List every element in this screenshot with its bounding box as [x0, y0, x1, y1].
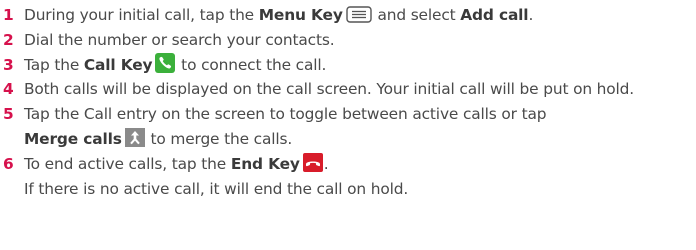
step-4: 4 Both calls will be displayed on the ca… [0, 77, 696, 102]
menu-key-label: Menu Key [258, 6, 343, 24]
step-number: 5 [3, 105, 14, 124]
step-1: 1 During your initial call, tap the Menu… [0, 3, 696, 28]
end-key-label: End Key [230, 154, 300, 173]
step-number: 1 [3, 6, 14, 24]
step-text: Dial the number or search your contacts. [24, 30, 335, 49]
step-number: 2 [3, 30, 14, 49]
step-number: 6 [3, 154, 14, 173]
step-3: 3 Tap the Call Key to connect the call. [0, 52, 696, 78]
instruction-steps: 1 During your initial call, tap the Menu… [0, 0, 696, 201]
call-key-label: Call Key [83, 55, 153, 74]
step-text: . [323, 154, 329, 173]
call-key-icon [155, 52, 176, 73]
step-text: and select [372, 6, 461, 24]
step-text: to merge the calls. [145, 129, 293, 148]
step-text: To end active calls, tap the [24, 154, 231, 173]
step-number: 4 [3, 80, 14, 99]
step-number: 3 [3, 55, 14, 74]
step-text: Both calls will be displayed on the call… [24, 80, 635, 99]
merge-calls-icon [124, 127, 145, 147]
step-text: Tap the [24, 55, 84, 74]
step-5: 5 Tap the Call entry on the screen to to… [0, 102, 696, 152]
end-key-icon [302, 152, 323, 172]
menu-key-icon [346, 6, 372, 23]
step-text: Tap the Call entry on the screen to togg… [24, 105, 547, 124]
step-text: . [528, 6, 534, 24]
step-2: 2 Dial the number or search your contact… [0, 28, 696, 53]
step-text: During your initial call, tap the [24, 6, 259, 24]
merge-calls-label: Merge calls [24, 129, 122, 148]
step-text: to connect the call. [176, 55, 327, 74]
step-6: 6 To end active calls, tap the End Key. … [0, 152, 696, 202]
step-text: If there is no active call, it will end … [24, 179, 409, 198]
add-call-label: Add call [460, 6, 529, 24]
